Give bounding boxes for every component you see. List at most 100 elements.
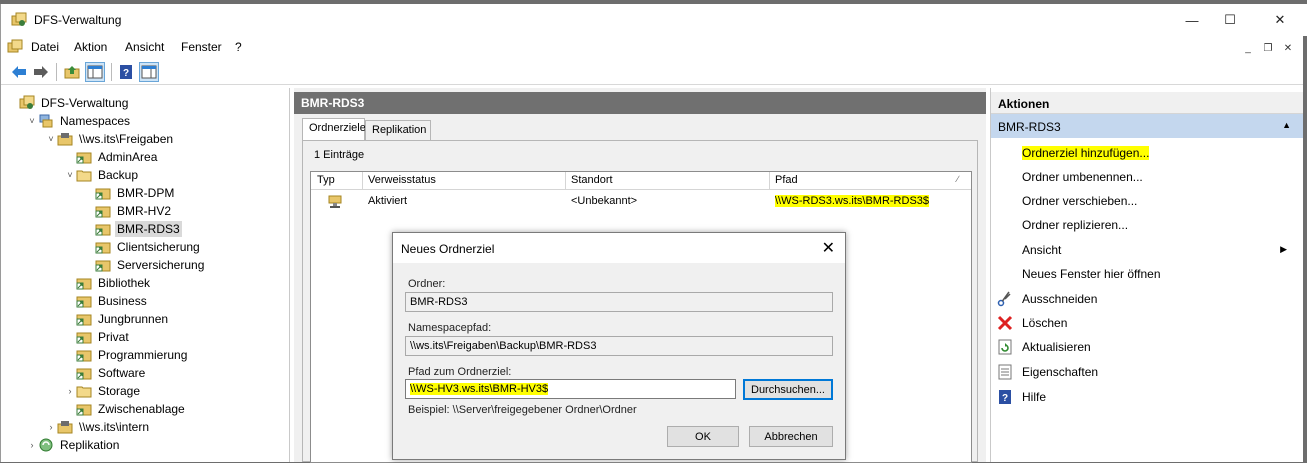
action-item-label: Hilfe: [1022, 390, 1047, 404]
col-standort[interactable]: Standort: [571, 174, 613, 186]
folder-link-icon: [76, 347, 92, 363]
tree-item-label: Jungbrunnen: [98, 312, 169, 326]
tree-item[interactable]: Software: [64, 364, 147, 382]
dialog-title-bar: Neues Ordnerziel ✕: [393, 233, 845, 263]
tree-item[interactable]: DFS-Verwaltung: [7, 94, 130, 112]
actions-pane: Aktionen BMR-RDS3 ▲ Ordnerziel hinzufüge…: [990, 88, 1305, 462]
action-item-label: Ordner replizieren...: [1022, 218, 1129, 232]
target-path-label: Pfad zum Ordnerziel:: [408, 366, 512, 378]
action-item[interactable]: Ordnerziel hinzufügen...: [991, 142, 1305, 164]
action-item[interactable]: ? Hilfe: [991, 386, 1305, 408]
tree-item[interactable]: BMR-DPM: [83, 184, 176, 202]
tree-item[interactable]: › \\ws.its\intern: [45, 418, 151, 436]
browse-button[interactable]: Durchsuchen...: [743, 379, 833, 400]
up-folder-button[interactable]: [62, 62, 82, 82]
col-typ[interactable]: Typ: [317, 174, 335, 186]
tree-item[interactable]: › Storage: [64, 382, 142, 400]
expanded-chevron-icon[interactable]: ˅: [64, 170, 76, 180]
tree-item-label: AdminArea: [98, 150, 158, 164]
tree-item-label: Zwischenablage: [98, 402, 185, 416]
action-item[interactable]: Ausschneiden: [991, 288, 1305, 310]
tree-item[interactable]: ˅ \\ws.its\Freigaben: [45, 130, 175, 148]
action-item[interactable]: Eigenschaften: [991, 361, 1305, 383]
close-button[interactable]: ✕: [1257, 4, 1303, 36]
folder-link-icon: [95, 221, 111, 237]
tree-item-label: Serversicherung: [117, 258, 205, 272]
action-item[interactable]: Ordner umbenennen...: [991, 166, 1305, 188]
tree-item[interactable]: › Replikation: [26, 436, 121, 454]
action-item[interactable]: Ansicht ▶: [991, 239, 1305, 261]
action-item[interactable]: Aktualisieren: [991, 336, 1305, 358]
tree-item[interactable]: Privat: [64, 328, 131, 346]
tree-item-label: Replikation: [60, 438, 120, 452]
show-tree-button[interactable]: [85, 62, 105, 82]
action-item-label: Aktualisieren: [1022, 340, 1091, 354]
menu-help[interactable]: ?: [235, 40, 242, 54]
tree-item-label: Backup: [98, 168, 139, 182]
mdi-restore-button[interactable]: ❐: [1259, 40, 1277, 56]
menu-datei[interactable]: Datei: [31, 40, 59, 54]
mdi-close-button[interactable]: ✕: [1279, 40, 1297, 56]
ok-button[interactable]: OK: [667, 426, 739, 447]
help-icon: ?: [997, 389, 1013, 405]
back-arrow-icon: [12, 66, 26, 78]
action-item[interactable]: Neues Fenster hier öffnen: [991, 263, 1305, 285]
collapse-up-icon: ▲: [1282, 120, 1291, 130]
expanded-chevron-icon[interactable]: ˅: [45, 134, 57, 144]
actions-title: Aktionen: [991, 92, 1305, 114]
folder-icon: [76, 167, 92, 183]
cancel-button[interactable]: Abbrechen: [749, 426, 833, 447]
row-location: <Unbekannt>: [571, 195, 638, 207]
tree-item[interactable]: Programmierung: [64, 346, 189, 364]
tree-item[interactable]: ˅ Namespaces: [26, 112, 132, 130]
toolbar: ?: [1, 59, 1307, 85]
action-pane-icon: [141, 65, 157, 79]
tree-item[interactable]: BMR-HV2: [83, 202, 173, 220]
action-item-label: Löschen: [1022, 316, 1068, 330]
action-item[interactable]: Ordner replizieren...: [991, 214, 1305, 236]
delete-icon: [997, 315, 1013, 331]
tree-item[interactable]: Business: [64, 292, 149, 310]
tab-replikation[interactable]: Replikation: [365, 120, 431, 140]
col-verweisstatus[interactable]: Verweisstatus: [368, 174, 436, 186]
action-item-label: Ordner umbenennen...: [1022, 170, 1143, 184]
back-button[interactable]: [9, 62, 29, 82]
show-action-pane-button[interactable]: [139, 62, 159, 82]
tree-item[interactable]: Serversicherung: [83, 256, 206, 274]
collapsed-chevron-icon[interactable]: ›: [26, 440, 38, 450]
col-pfad[interactable]: Pfad: [775, 174, 798, 186]
menu-aktion[interactable]: Aktion: [74, 40, 107, 54]
tab-ordnerziele[interactable]: Ordnerziele: [302, 118, 366, 141]
action-item[interactable]: Ordner verschieben...: [991, 190, 1305, 212]
action-item[interactable]: Löschen: [991, 312, 1305, 334]
tree-item[interactable]: Zwischenablage: [64, 400, 187, 418]
action-item-label: Ausschneiden: [1022, 292, 1098, 306]
tree-item[interactable]: AdminArea: [64, 148, 159, 166]
tree-item-label: BMR-HV2: [117, 204, 172, 218]
forward-button[interactable]: [31, 62, 51, 82]
tree-item[interactable]: ˅ Backup: [64, 166, 140, 184]
maximize-icon: ☐: [1224, 12, 1236, 27]
folder-link-icon: [76, 293, 92, 309]
help-book-icon: ?: [120, 65, 132, 79]
menu-fenster[interactable]: Fenster: [181, 40, 222, 54]
collapsed-chevron-icon[interactable]: ›: [64, 386, 76, 396]
target-path-input[interactable]: \\WS-HV3.ws.its\BMR-HV3$: [405, 379, 736, 399]
expanded-chevron-icon[interactable]: ˅: [26, 116, 38, 126]
tree-item[interactable]: Clientsicherung: [83, 238, 202, 256]
menu-ansicht[interactable]: Ansicht: [125, 40, 164, 54]
help-toolbar-button[interactable]: ?: [116, 62, 136, 82]
table-row[interactable]: Aktiviert <Unbekannt> \\WS-RDS3.ws.its\B…: [311, 191, 971, 211]
replication-icon: [38, 437, 54, 453]
actions-section-label: BMR-RDS3: [998, 120, 1061, 134]
actions-section-header[interactable]: BMR-RDS3 ▲: [991, 114, 1305, 138]
tree-item[interactable]: Bibliothek: [64, 274, 152, 292]
tree-item[interactable]: Jungbrunnen: [64, 310, 170, 328]
folder-label: Ordner:: [408, 278, 446, 290]
tree-item[interactable]: BMR-RDS3: [83, 220, 182, 238]
mdi-minimize-button[interactable]: _: [1239, 40, 1257, 56]
maximize-button[interactable]: ☐: [1207, 4, 1253, 36]
properties-icon: [997, 364, 1013, 380]
dialog-close-icon[interactable]: ✕: [822, 238, 835, 258]
collapsed-chevron-icon[interactable]: ›: [45, 422, 57, 432]
